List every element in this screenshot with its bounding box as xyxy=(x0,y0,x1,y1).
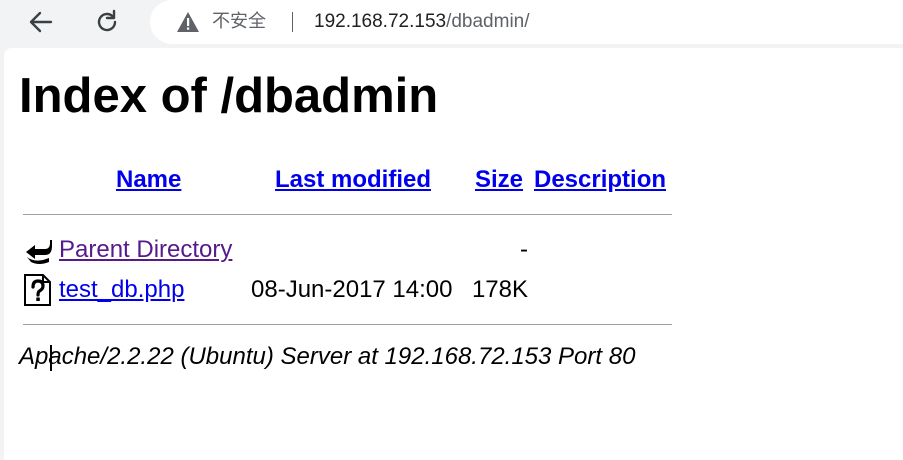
back-arrow-icon xyxy=(29,11,53,33)
server-signature: Apache/2.2.22 (Ubuntu) Server at 192.168… xyxy=(19,343,636,370)
file-size: 178K xyxy=(471,276,528,303)
sort-by-size-link[interactable]: Size xyxy=(475,165,523,195)
reload-icon xyxy=(97,9,117,32)
header-divider xyxy=(23,214,672,215)
file-size: - xyxy=(520,236,528,263)
table-row: Parent Directory - xyxy=(23,233,683,267)
url-path: /dbadmin/ xyxy=(446,11,530,32)
file-link[interactable]: test_db.php xyxy=(59,275,184,305)
back-arrow-icon xyxy=(26,240,52,264)
unknown-file-icon xyxy=(24,274,51,306)
reload-button[interactable] xyxy=(91,6,123,38)
text-cursor xyxy=(50,345,52,371)
omnibox-divider xyxy=(292,12,293,32)
footer-divider xyxy=(23,324,672,325)
url-text[interactable]: 192.168.72.153/dbadmin/ xyxy=(314,11,530,33)
address-bar[interactable]: 不安全 192.168.72.153/dbadmin/ xyxy=(150,0,903,44)
warning-icon[interactable] xyxy=(176,11,200,33)
browser-toolbar: 不安全 192.168.72.153/dbadmin/ xyxy=(0,0,903,46)
security-status-label[interactable]: 不安全 xyxy=(212,11,266,33)
last-modified-date: 08-Jun-2017 14:00 xyxy=(251,276,453,303)
sort-by-name-link[interactable]: Name xyxy=(116,165,181,195)
page-title: Index of /dbadmin xyxy=(19,69,439,123)
table-row: test_db.php 08-Jun-2017 14:00 178K xyxy=(23,273,683,307)
sort-by-last-modified-link[interactable]: Last modified xyxy=(275,165,431,195)
url-host: 192.168.72.153 xyxy=(314,11,447,32)
parent-directory-link[interactable]: Parent Directory xyxy=(59,235,232,265)
back-button[interactable] xyxy=(25,6,57,38)
sort-by-description-link[interactable]: Description xyxy=(534,165,666,195)
page-viewport: Index of /dbadmin Name Last modified Siz… xyxy=(4,48,903,460)
